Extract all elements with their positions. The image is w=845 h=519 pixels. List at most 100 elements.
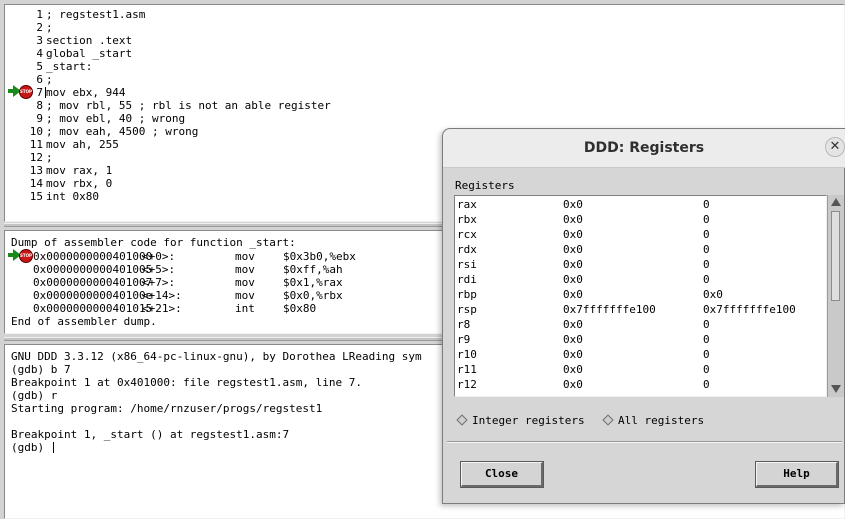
register-hex-value: 0x0 — [563, 213, 583, 226]
asm-offset: <+7>: — [142, 276, 176, 289]
register-natural-value: 0 — [703, 258, 710, 271]
register-row[interactable]: rsp 0x7fffffffe100 0x7fffffffe100 — [455, 302, 826, 317]
radio-diamond-icon — [456, 414, 468, 426]
register-hex-value: 0x0 — [563, 288, 583, 301]
console-cursor — [53, 442, 54, 453]
line-number: 10 — [29, 125, 43, 138]
registers-scrollbar[interactable] — [827, 195, 844, 397]
register-name: r8 — [457, 318, 471, 331]
source-code: ; mov eah, 4500 ; wrong — [46, 125, 199, 138]
register-name: rcx — [457, 228, 477, 241]
register-hex-value: 0x0 — [563, 378, 583, 391]
source-code: mov ah, 255 — [46, 138, 119, 151]
register-row[interactable]: rbx 0x0 0 — [455, 212, 826, 227]
scroll-down-icon[interactable] — [831, 385, 841, 393]
asm-footer: End of assembler dump. — [11, 315, 157, 328]
line-number: 8 — [36, 99, 43, 112]
asm-offset: <+21>: — [142, 302, 182, 315]
register-name: r11 — [457, 363, 477, 376]
dialog-titlebar[interactable]: DDD: Registers ✕ — [443, 129, 845, 168]
source-code: mov ebx, 944 — [46, 86, 126, 99]
source-code: mov rbx, 0 — [46, 177, 113, 190]
source-code: int 0x80 — [46, 190, 99, 203]
asm-operands: $0x0,%rbx — [283, 289, 343, 302]
breakpoint-stop-icon[interactable]: STOP — [19, 85, 33, 99]
register-name: r12 — [457, 378, 477, 391]
register-row[interactable]: rbp 0x0 0x0 — [455, 287, 826, 302]
register-natural-value: 0 — [703, 273, 710, 286]
register-name: rax — [457, 198, 477, 211]
source-code: ; mov rbl, 55 ; rbl is not an able regis… — [46, 99, 331, 112]
source-code: mov rax, 1 — [46, 164, 113, 177]
asm-operands: $0xff,%ah — [283, 263, 343, 276]
line-number: 3 — [36, 34, 43, 47]
register-natural-value: 0x0 — [703, 288, 723, 301]
register-row[interactable]: r12 0x0 0 — [455, 377, 826, 392]
register-hex-value: 0x0 — [563, 273, 583, 286]
registers-label: Registers — [455, 179, 515, 192]
radio-diamond-icon — [602, 414, 614, 426]
register-hex-value: 0x0 — [563, 348, 583, 361]
asm-offset: <+14>: — [142, 289, 182, 302]
register-row[interactable]: r9 0x0 0 — [455, 332, 826, 347]
console-line: (gdb) b 7 — [11, 363, 71, 376]
register-hex-value: 0x0 — [563, 318, 583, 331]
close-icon[interactable]: ✕ — [825, 137, 845, 157]
register-name: r9 — [457, 333, 471, 346]
asm-address: 0x000000000040100e — [33, 289, 153, 302]
register-name: rsi — [457, 258, 477, 271]
asm-address: 0x0000000000401015 — [33, 302, 153, 315]
register-row[interactable]: r11 0x0 0 — [455, 362, 826, 377]
register-name: rbx — [457, 213, 477, 226]
console-line: Starting program: /home/rnzuser/progs/re… — [11, 402, 323, 415]
source-code: global _start — [46, 47, 133, 60]
line-number: 1 — [36, 8, 43, 21]
register-hex-value: 0x0 — [563, 243, 583, 256]
register-name: r10 — [457, 348, 477, 361]
console-line: Breakpoint 1, _start () at regstest1.asm… — [11, 428, 290, 441]
register-row[interactable]: rax 0x0 0 — [455, 197, 826, 212]
register-natural-value: 0 — [703, 333, 710, 346]
asm-opcode: int — [235, 302, 255, 315]
source-code: section .text — [46, 34, 133, 47]
register-hex-value: 0x0 — [563, 363, 583, 376]
source-code: ; — [46, 151, 53, 164]
breakpoint-stop-icon[interactable]: STOP — [19, 249, 33, 263]
line-number: 12 — [29, 151, 43, 164]
stop-badge-text: STOP — [20, 253, 32, 258]
register-natural-value: 0 — [703, 198, 710, 211]
asm-opcode: mov — [235, 276, 255, 289]
help-button[interactable]: Help — [755, 461, 839, 488]
line-number: 2 — [36, 21, 43, 34]
source-code: ; — [46, 21, 53, 34]
all-registers-label: All registers — [618, 414, 705, 427]
dialog-title: DDD: Registers — [583, 140, 705, 156]
source-code: _start: — [46, 60, 93, 73]
asm-offset: <+0>: — [142, 250, 176, 263]
register-hex-value: 0x0 — [563, 228, 583, 241]
source-code: ; mov ebl, 40 ; wrong — [46, 112, 186, 125]
integer-registers-label: Integer registers — [472, 414, 585, 427]
asm-operands: $0x3b0,%ebx — [283, 250, 356, 263]
register-name: rdx — [457, 243, 477, 256]
register-row[interactable]: r8 0x0 0 — [455, 317, 826, 332]
register-row[interactable]: r10 0x0 0 — [455, 347, 826, 362]
asm-operands: $0x1,%rax — [283, 276, 343, 289]
registers-list[interactable]: rax 0x0 0 rbx 0x0 0 rcx 0x0 0 rdx 0x0 0 rsi 0x0 0 rdi 0x… — [454, 195, 827, 397]
source-code: ; regstest1.asm — [46, 8, 146, 21]
register-row[interactable]: rsi 0x0 0 — [455, 257, 826, 272]
register-name: rdi — [457, 273, 477, 286]
console-line: Breakpoint 1 at 0x401000: file regstest1… — [11, 376, 362, 389]
register-row[interactable]: rcx 0x0 0 — [455, 227, 826, 242]
register-hex-value: 0x0 — [563, 333, 583, 346]
register-row[interactable]: rdx 0x0 0 — [455, 242, 826, 257]
register-hex-value: 0x7fffffffe100 — [563, 303, 656, 316]
asm-operands: $0x80 — [283, 302, 317, 315]
scroll-up-icon[interactable] — [831, 198, 841, 206]
close-button[interactable]: Close — [460, 461, 544, 488]
register-natural-value: 0 — [703, 243, 710, 256]
scroll-thumb[interactable] — [831, 211, 840, 301]
console-line: (gdb) — [11, 441, 51, 454]
asm-address: 0x0000000000401007 — [33, 276, 153, 289]
register-row[interactable]: rdi 0x0 0 — [455, 272, 826, 287]
